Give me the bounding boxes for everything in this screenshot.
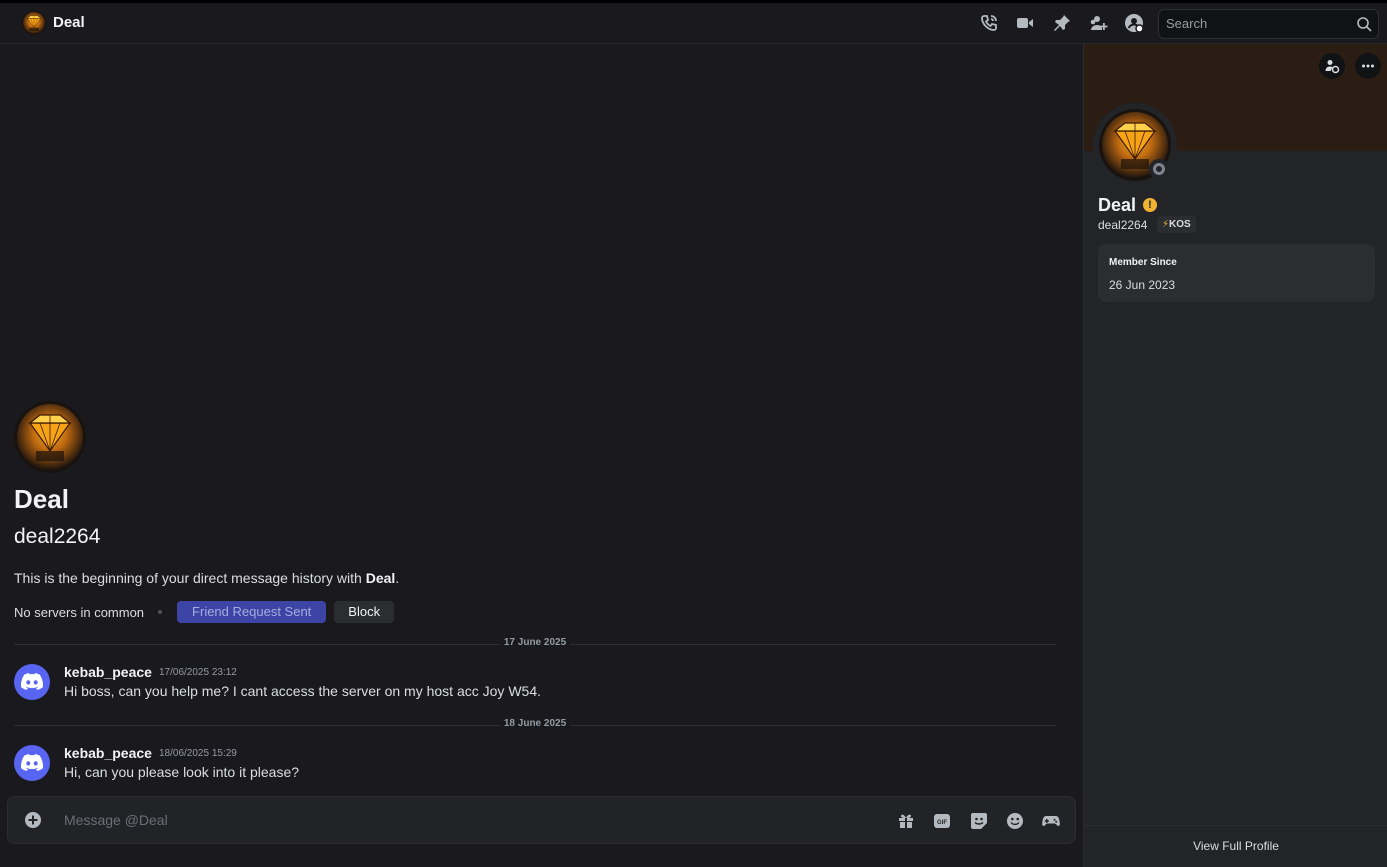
friend-request-sent-button[interactable]: Friend Request Sent (177, 601, 327, 623)
search-input[interactable] (1166, 16, 1346, 31)
message-author[interactable]: kebab_peace (64, 745, 152, 761)
gift-icon[interactable] (896, 811, 916, 831)
top-bar: Deal (0, 0, 1387, 44)
sticker-icon[interactable] (969, 811, 989, 831)
video-icon[interactable] (1015, 13, 1035, 33)
message-composer: GIF (7, 796, 1076, 844)
intro-avatar (14, 401, 86, 473)
intro-display-name: Deal (14, 484, 69, 514)
add-friend-icon[interactable] (1088, 13, 1108, 33)
svg-text:GIF: GIF (937, 820, 947, 826)
intro-actions: No servers in common Friend Request Sent… (14, 601, 395, 623)
view-profile-button[interactable] (1319, 53, 1345, 79)
chat-area: Deal deal2264 This is the beginning of y… (0, 44, 1082, 867)
offline-status-icon (1149, 159, 1169, 179)
message: kebab_peace 18/06/2025 15:29 Hi, can you… (14, 745, 1054, 789)
member-since-date: 26 Jun 2023 (1109, 278, 1176, 292)
more-icon (1362, 64, 1374, 68)
message-author[interactable]: kebab_peace (64, 664, 152, 680)
member-since-card: Member Since 26 Jun 2023 (1098, 244, 1375, 302)
avatar[interactable] (14, 745, 50, 781)
member-since-label: Member Since (1109, 257, 1177, 268)
game-controller-icon[interactable] (1041, 811, 1061, 831)
message-input[interactable] (64, 812, 824, 828)
block-button[interactable]: Block (334, 601, 395, 623)
server-tag[interactable]: ⚡KOS (1157, 216, 1196, 233)
discord-logo-icon (21, 673, 43, 690)
intro-description: This is the beginning of your direct mes… (14, 570, 400, 586)
avatar[interactable] (14, 664, 50, 700)
profile-username[interactable]: deal2264 (1098, 218, 1147, 232)
user-profile-icon[interactable] (1124, 13, 1144, 33)
mutual-servers-text[interactable]: No servers in common (14, 605, 144, 620)
intro-username: deal2264 (14, 525, 101, 548)
search-box[interactable] (1158, 9, 1379, 39)
gif-icon[interactable]: GIF (932, 811, 952, 831)
message-text: Hi, can you please look into it please? (64, 764, 300, 780)
profile-panel: Deal ! deal2264 ⚡KOS Member Since 26 Jun… (1083, 44, 1387, 867)
profile-display-name: Deal (1098, 195, 1137, 215)
message-text: Hi boss, can you help me? I cant access … (64, 683, 541, 699)
date-divider: 18 June 2025 (14, 718, 1056, 729)
pin-icon[interactable] (1052, 13, 1072, 33)
emoji-icon[interactable] (1005, 811, 1025, 831)
separator-dot (158, 610, 163, 614)
channel-title: Deal (53, 14, 85, 31)
message-timestamp: 17/06/2025 23:12 (159, 667, 237, 678)
view-full-profile-button[interactable]: View Full Profile (1084, 825, 1387, 867)
add-attachment-icon[interactable] (24, 811, 42, 829)
warning-icon[interactable]: ! (1143, 198, 1157, 212)
more-options-button[interactable] (1355, 53, 1381, 79)
search-icon (1357, 17, 1372, 32)
user-settings-icon (1325, 60, 1340, 74)
phone-icon[interactable] (979, 13, 999, 33)
bolt-icon: ⚡ (1162, 219, 1170, 230)
message-timestamp: 18/06/2025 15:29 (159, 748, 237, 759)
date-divider: 17 June 2025 (14, 637, 1056, 648)
discord-logo-icon (21, 754, 43, 771)
dm-avatar[interactable] (22, 11, 46, 35)
message: kebab_peace 17/06/2025 23:12 Hi boss, ca… (14, 664, 1054, 708)
